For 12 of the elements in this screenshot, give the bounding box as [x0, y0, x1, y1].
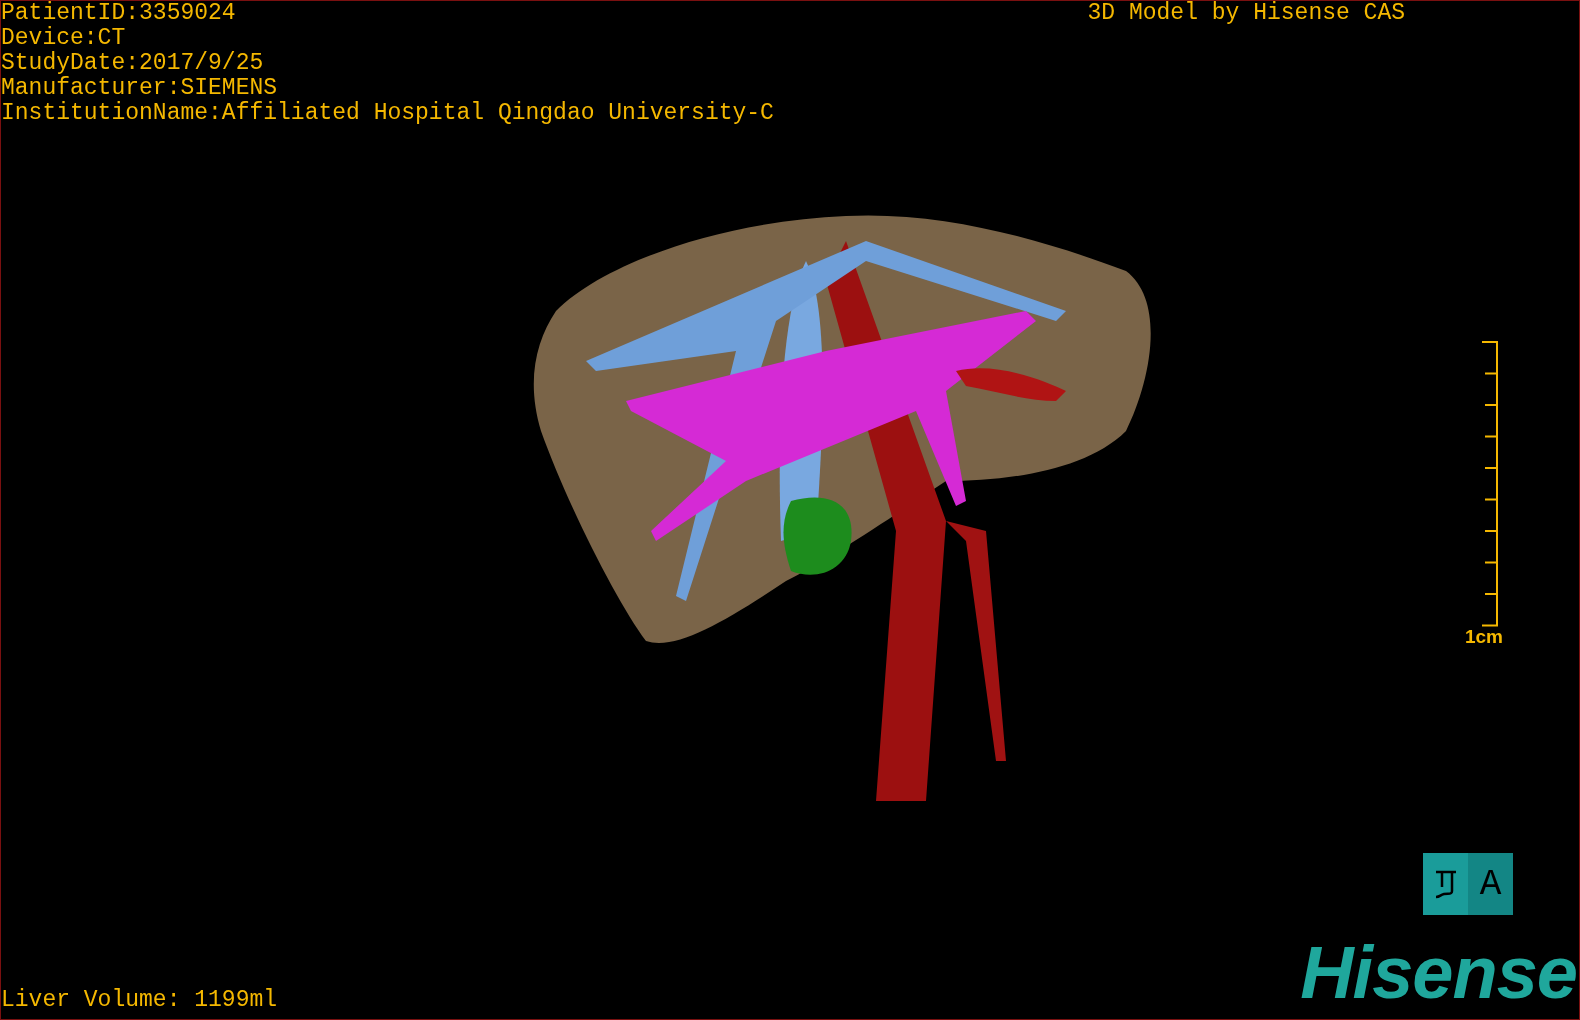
brand-logo: Hisense — [1300, 941, 1577, 1005]
orientation-button[interactable] — [1423, 853, 1468, 915]
patient-info-text: StudyDate:2017/9/25 — [1, 51, 265, 76]
orientation-icon — [1433, 869, 1458, 899]
patient-info-text: Manufacturer:SIEMENS — [1, 76, 279, 101]
scale-label: 1cm — [1464, 627, 1503, 647]
viewer-title: 3D Model by Hisense CAS — [1087, 1, 1405, 28]
liver-volume-text: Liver Volume: 1199ml — [1, 988, 278, 1013]
patient-info-text: InstitutionName:Affiliated Hospital Qingdao University-C — [1, 101, 774, 126]
patient-info-text: PatientID:3359024 — [1, 1, 237, 26]
patient-info-text: Device:CT — [1, 26, 127, 51]
anterior-view-button[interactable]: A — [1468, 853, 1513, 915]
